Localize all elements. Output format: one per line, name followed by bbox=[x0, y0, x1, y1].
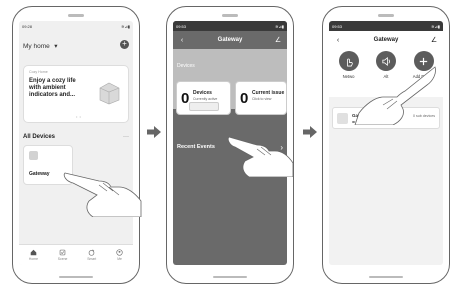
gateway-device-image bbox=[189, 102, 219, 111]
devices-card[interactable]: 0 Devices Currently active bbox=[176, 81, 231, 115]
gateway-detail-screen: 09:53 ≋⊿▮ ‹ Gateway ∠ Netwo Alt 0 sub de… bbox=[329, 21, 443, 265]
lamp-device-image bbox=[99, 82, 120, 105]
tab-home[interactable]: Home bbox=[29, 249, 38, 261]
recent-events-label: Recent Events bbox=[177, 144, 215, 150]
back-icon[interactable]: ‹ bbox=[177, 37, 187, 44]
back-icon[interactable]: ‹ bbox=[333, 37, 343, 44]
home-title: My home bbox=[23, 43, 50, 50]
scene-icon bbox=[59, 249, 66, 256]
phone-home-screen: 09:28 ≋⊿▮ My home ▾ + Cozy Home Enjoy a … bbox=[12, 6, 142, 284]
tab-smart[interactable]: Smart bbox=[87, 249, 96, 261]
phone-gateway-detail: 09:53 ≋⊿▮ ‹ Gateway ∠ Netwo Alt 0 sub de… bbox=[322, 6, 450, 284]
more-icon[interactable]: ··· bbox=[123, 134, 129, 140]
promo-banner[interactable]: Cozy Home Enjoy a cozy life with ambient… bbox=[23, 65, 129, 123]
add-button[interactable]: + bbox=[120, 39, 129, 49]
devices-card-subtitle: Currently active bbox=[193, 97, 218, 101]
speaker-notch bbox=[378, 14, 394, 17]
pointing-hand-icon bbox=[354, 66, 436, 125]
edit-icon[interactable]: ∠ bbox=[273, 36, 283, 44]
chevron-down-icon: ▾ bbox=[54, 43, 58, 50]
gateway-thumbnail bbox=[337, 113, 348, 124]
tab-label: Home bbox=[28, 257, 38, 261]
arrow-right-icon bbox=[147, 126, 161, 138]
page-title: Gateway bbox=[217, 37, 243, 43]
issue-card-subtitle: Click to view bbox=[252, 97, 272, 101]
section-title: All Devices bbox=[23, 134, 56, 140]
banner-pager-dots: • • bbox=[76, 114, 82, 119]
home-indicator bbox=[213, 276, 247, 278]
nav-bar: ‹ Gateway ∠ bbox=[329, 31, 443, 49]
status-icons: ≋⊿▮ bbox=[121, 23, 130, 29]
tab-label: Smart bbox=[87, 257, 97, 261]
issue-count: 0 bbox=[240, 90, 249, 107]
home-indicator bbox=[369, 276, 403, 278]
devices-card-title: Devices bbox=[193, 90, 212, 96]
phone-gateway-overview: 09:53 ≋⊿▮ ‹ Gateway ∠ Devices 0 Devices … bbox=[166, 6, 294, 284]
tab-label: Scene bbox=[57, 257, 68, 261]
pointing-hand-icon bbox=[227, 136, 294, 177]
current-issue-card[interactable]: 0 Current issue Click to view bbox=[235, 81, 287, 115]
home-selector[interactable]: My home ▾ bbox=[23, 35, 57, 53]
status-time: 09:28 bbox=[22, 23, 33, 29]
status-time: 09:53 bbox=[176, 23, 187, 29]
banner-tag: Cozy Home bbox=[29, 70, 48, 74]
tab-scene[interactable]: Scene bbox=[57, 249, 68, 261]
speaker-notch bbox=[68, 14, 84, 17]
home-icon bbox=[30, 249, 37, 256]
arrow-right-icon bbox=[303, 126, 317, 138]
status-time: 09:53 bbox=[332, 23, 343, 29]
edit-icon[interactable]: ∠ bbox=[429, 36, 439, 44]
gateway-thumbnail bbox=[29, 151, 38, 160]
status-icons: ≋⊿▮ bbox=[431, 23, 440, 29]
page-title: Gateway bbox=[373, 37, 399, 43]
devices-caption: Devices bbox=[177, 63, 195, 69]
pointing-hand-icon bbox=[63, 172, 142, 217]
profile-icon bbox=[116, 249, 123, 256]
status-icons: ≋⊿▮ bbox=[275, 23, 284, 29]
status-bar: 09:53 ≋⊿▮ bbox=[329, 21, 443, 31]
home-indicator bbox=[59, 276, 93, 278]
tab-label: Me bbox=[117, 257, 122, 261]
device-name: Gateway bbox=[29, 171, 50, 177]
speaker-notch bbox=[222, 14, 238, 17]
home-screen: 09:28 ≋⊿▮ My home ▾ + Cozy Home Enjoy a … bbox=[19, 21, 133, 265]
smart-icon bbox=[88, 249, 95, 256]
bottom-tab-bar: Home Scene Smart Me bbox=[19, 244, 133, 265]
status-bar: 09:53 ≋⊿▮ bbox=[173, 21, 287, 31]
banner-text: Enjoy a cozy life with ambient indicator… bbox=[29, 78, 76, 99]
nav-bar: ‹ Gateway ∠ bbox=[173, 31, 287, 49]
issue-card-title: Current issue bbox=[252, 90, 285, 96]
tab-me[interactable]: Me bbox=[116, 249, 123, 261]
status-bar: 09:28 ≋⊿▮ bbox=[19, 21, 133, 31]
